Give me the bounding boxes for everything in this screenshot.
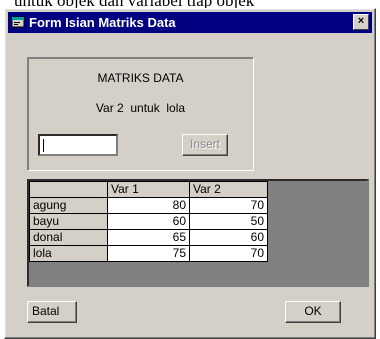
grid-cell[interactable]: 80 (107, 197, 190, 214)
table-header-row: Var 1 Var 2 (29, 181, 268, 198)
grid-cell[interactable]: 75 (107, 245, 190, 262)
close-icon: × (357, 15, 365, 27)
ok-button[interactable]: OK (285, 301, 341, 323)
column-header-var2: Var 2 (189, 181, 268, 198)
input-panel: MATRIKS DATA Var 2 untuk lola Insert (27, 57, 254, 171)
matrix-table: Var 1 Var 2 agung 80 70 bayu 60 50 donal… (29, 181, 268, 262)
data-grid: Var 1 Var 2 agung 80 70 bayu 60 50 donal… (27, 179, 369, 287)
grid-cell[interactable]: 65 (107, 229, 190, 246)
row-header: agung (29, 197, 108, 214)
title-bar[interactable]: Form Isian Matriks Data × (8, 12, 372, 33)
panel-title: MATRIKS DATA (97, 71, 184, 85)
column-header-var1: Var 1 (107, 181, 190, 198)
grid-cell[interactable]: 60 (107, 213, 190, 230)
grid-cell[interactable]: 70 (189, 245, 268, 262)
window-title: Form Isian Matriks Data (29, 15, 176, 30)
form-app-icon (11, 15, 25, 29)
value-input[interactable] (38, 134, 118, 156)
grid-cell[interactable]: 70 (189, 197, 268, 214)
text-caret (43, 139, 44, 152)
table-row: donal 65 60 (29, 229, 268, 246)
header-corner (29, 181, 108, 198)
grid-cell[interactable]: 50 (189, 213, 268, 230)
batal-button[interactable]: Batal (27, 301, 77, 323)
dialog-window: Form Isian Matriks Data × MATRIKS DATA V… (4, 8, 376, 339)
row-header: donal (29, 229, 108, 246)
table-row: bayu 60 50 (29, 213, 268, 230)
insert-button[interactable]: Insert (182, 134, 228, 156)
close-button[interactable]: × (353, 14, 369, 30)
row-header: bayu (29, 213, 108, 230)
row-header: lola (29, 245, 108, 262)
table-row: agung 80 70 (29, 197, 268, 214)
table-row: lola 75 70 (29, 245, 268, 262)
grid-cell[interactable]: 60 (189, 229, 268, 246)
panel-subtitle: Var 2 untuk lola (95, 101, 186, 115)
